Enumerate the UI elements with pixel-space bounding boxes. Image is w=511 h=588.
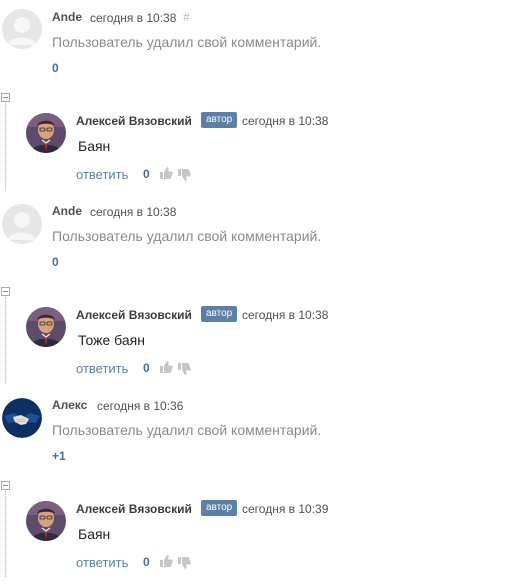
author-photo [26,501,66,541]
user-avatar-handshake[interactable] [2,398,42,438]
collapse-icon[interactable] [1,93,10,102]
thread-line [5,103,6,189]
comment-time[interactable]: сегодня в 10:39 [242,502,328,516]
author-photo [26,113,66,153]
user-avatar-default[interactable] [2,9,42,49]
thread-line [5,491,6,577]
author-badge: автор [201,306,238,322]
reply-link[interactable]: ответить [76,361,128,376]
thumbs-down-icon[interactable] [177,556,191,570]
author-avatar[interactable] [26,307,66,347]
comment-author[interactable]: Ande [52,204,82,218]
thumbs-up-icon[interactable] [159,554,173,568]
comment-time[interactable]: сегодня в 10:38 [90,11,176,25]
deleted-comment-text: Пользователь удалил свой комментарий. [52,228,322,244]
comment-author[interactable]: Алексей Вязовский [76,502,192,516]
comment-text: Баян [78,138,111,154]
user-silhouette-icon [2,204,42,244]
author-photo [26,307,66,347]
author-avatar[interactable] [26,501,66,541]
deleted-comment-text: Пользователь удалил свой комментарий. [52,422,322,438]
thumbs-down-icon[interactable] [177,168,191,182]
comment-time[interactable]: сегодня в 10:38 [242,308,328,322]
deleted-comment-text: Пользователь удалил свой комментарий. [52,34,322,50]
comment-text: Тоже баян [78,332,145,348]
user-silhouette-icon [2,9,42,49]
comment-author[interactable]: Алексей Вязовский [76,114,192,128]
handshake-icon [2,398,42,438]
author-badge: автор [201,500,238,516]
thumbs-up-icon[interactable] [159,166,173,180]
comment-score: 0 [143,555,150,569]
thumbs-down-icon[interactable] [177,362,191,376]
comment-score: 0 [143,361,150,375]
comment-author[interactable]: Алексей Вязовский [76,308,192,322]
comment-score: 0 [52,255,59,269]
comment-time[interactable]: сегодня в 10:38 [242,114,328,128]
user-avatar-default[interactable] [2,204,42,244]
comment-score: +1 [52,449,66,463]
collapse-icon[interactable] [1,481,10,490]
reply-link[interactable]: ответить [76,167,128,182]
comment-author[interactable]: Алекс [52,398,87,412]
thumbs-up-icon[interactable] [159,360,173,374]
thread-line [5,297,6,383]
comment-text: Баян [78,526,111,542]
comment-permalink[interactable]: # [183,10,190,24]
author-avatar[interactable] [26,113,66,153]
comment-score: 0 [52,61,59,75]
comment-author[interactable]: Ande [52,10,82,24]
author-badge: автор [201,112,238,128]
comment-time[interactable]: сегодня в 10:36 [97,399,183,413]
reply-link[interactable]: ответить [76,555,128,570]
comment-time[interactable]: сегодня в 10:38 [90,205,176,219]
comment-score: 0 [143,167,150,181]
collapse-icon[interactable] [1,287,10,296]
